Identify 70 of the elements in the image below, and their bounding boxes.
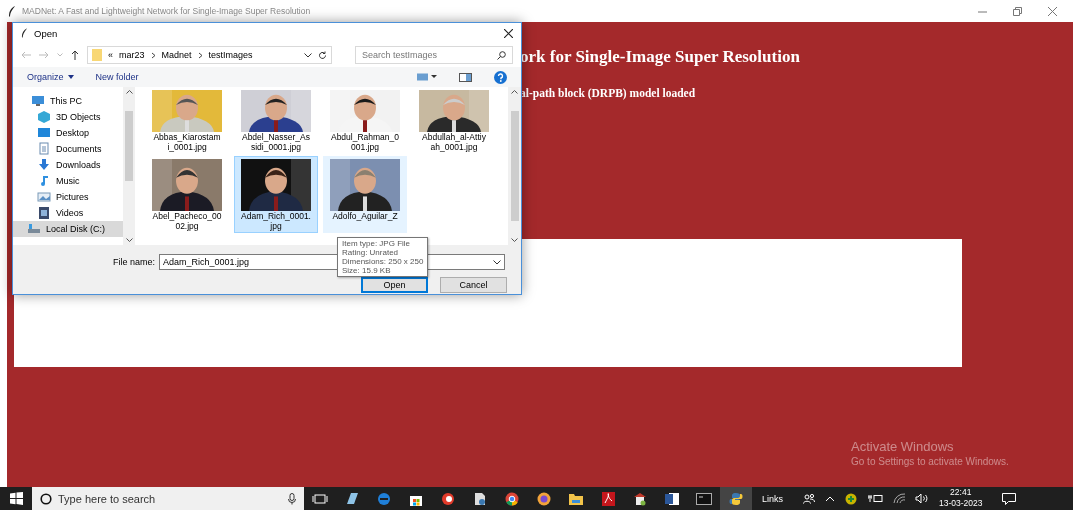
- refresh-icon[interactable]: [318, 50, 327, 60]
- address-bar[interactable]: « mar23 Madnet testImages: [87, 46, 332, 64]
- up-arrow-icon[interactable]: [71, 50, 79, 60]
- videos-icon: [37, 206, 51, 220]
- pc-icon: [31, 94, 45, 108]
- caret-icon: [67, 75, 74, 79]
- nav-item[interactable]: 3D Objects: [13, 109, 123, 125]
- new-folder-button[interactable]: New folder: [95, 72, 139, 82]
- nav-item[interactable]: Videos: [13, 205, 123, 221]
- activation-title: Activate Windows: [851, 439, 955, 454]
- view-icon[interactable]: [417, 73, 437, 81]
- clock-date[interactable]: 13-03-2023: [939, 498, 983, 509]
- preview-pane-icon[interactable]: [459, 72, 472, 82]
- battery-icon[interactable]: [867, 494, 883, 503]
- file-item[interactable]: Abdullah_al-Attiy ah_0001.jpg: [412, 87, 496, 154]
- volume-icon[interactable]: [915, 493, 929, 504]
- search-field[interactable]: Search testImages: [355, 46, 513, 64]
- clock-time[interactable]: 22:41: [950, 487, 972, 498]
- scrollbar[interactable]: [123, 87, 135, 245]
- nav-item[interactable]: This PC: [13, 93, 123, 109]
- file-item[interactable]: Adam_Rich_0001. jpg: [234, 156, 318, 233]
- scroll-up-icon[interactable]: [511, 90, 518, 94]
- close-icon[interactable]: [504, 28, 513, 38]
- scroll-down-icon[interactable]: [511, 238, 518, 242]
- scrollbar[interactable]: [508, 87, 521, 245]
- nav-item[interactable]: Local Disk (C:): [13, 221, 123, 237]
- nav-item[interactable]: Music: [13, 173, 123, 189]
- chevron-icon: [197, 51, 203, 59]
- pictures-icon: [37, 190, 51, 204]
- dialog-title: Open: [34, 27, 59, 39]
- nav-item[interactable]: Documents: [13, 141, 123, 157]
- documents-icon: [37, 142, 51, 156]
- links-toolbar[interactable]: Links: [752, 493, 793, 504]
- open-button[interactable]: Open: [361, 277, 428, 293]
- disk-icon: [27, 222, 41, 236]
- feather-icon: [21, 28, 28, 38]
- file-item[interactable]: Abel_Pacheco_00 02.jpg: [145, 156, 229, 233]
- microphone-icon[interactable]: [288, 492, 296, 505]
- dropdown-icon[interactable]: [493, 259, 502, 265]
- organize-button[interactable]: Organize: [27, 72, 74, 82]
- cancel-button[interactable]: Cancel: [440, 277, 507, 293]
- task-view-icon: [312, 493, 328, 504]
- dropdown-icon[interactable]: [304, 52, 312, 58]
- window-title: MADNet: A Fast and Lightweight Network for Single-Image Super Resolution: [22, 6, 311, 16]
- file-item[interactable]: Abdul_Rahman_0 001.jpg: [323, 87, 407, 154]
- search-icon: [497, 50, 506, 60]
- file-name-label: File name:: [113, 257, 156, 267]
- file-item[interactable]: Abdel_Nasser_As sidi_0001.jpg: [234, 87, 318, 154]
- chevron-icon: [150, 51, 156, 59]
- nav-item[interactable]: Downloads: [13, 157, 123, 173]
- nav-item[interactable]: Pictures: [13, 189, 123, 205]
- restore-icon[interactable]: [1013, 6, 1022, 16]
- nav-item[interactable]: Desktop: [13, 125, 123, 141]
- chevron-up-icon[interactable]: [825, 495, 835, 502]
- downloads-icon: [37, 158, 51, 172]
- feather-icon: [8, 5, 16, 17]
- help-icon[interactable]: [494, 70, 507, 84]
- file-tooltip: Item type: JPG File Rating: Unrated Dimensions: 250 x 250 Size: 15.9 KB: [337, 237, 429, 277]
- scroll-down-icon[interactable]: [125, 238, 133, 242]
- activation-text: Go to Settings to activate Windows.: [851, 456, 1009, 467]
- scroll-up-icon[interactable]: [125, 90, 133, 94]
- cortana-icon: [40, 492, 52, 505]
- search-field[interactable]: Type here to search: [32, 487, 304, 510]
- desktop-icon: [37, 126, 51, 140]
- file-item[interactable]: Adolfo_Aguilar_Z: [323, 156, 407, 233]
- file-item[interactable]: Abbas_Kiarostam i_0001.jpg: [145, 87, 229, 154]
- objects-icon: [37, 110, 51, 124]
- windows-logo-icon: [9, 492, 23, 505]
- python-icon[interactable]: [720, 487, 752, 510]
- folder-icon: [92, 49, 102, 61]
